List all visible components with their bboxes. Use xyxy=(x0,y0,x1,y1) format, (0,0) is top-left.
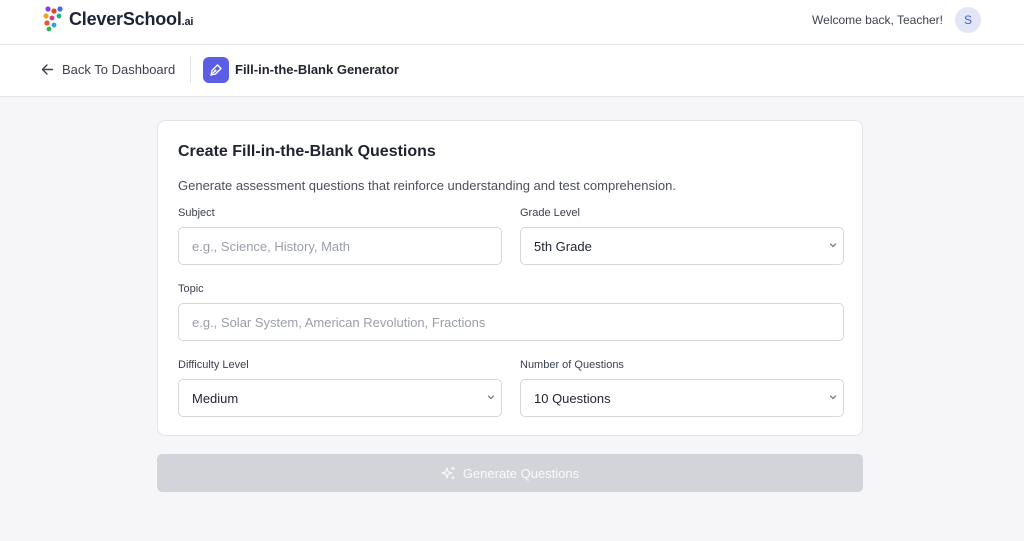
subject-label: Subject xyxy=(178,207,215,219)
back-to-dashboard-link[interactable]: Back To Dashboard xyxy=(41,62,175,77)
logo-dots-icon xyxy=(43,6,63,32)
topic-placeholder: e.g., Solar System, American Revolution,… xyxy=(192,314,486,330)
welcome-message: Welcome back, Teacher! xyxy=(812,13,943,27)
brand-name: CleverSchool.ai xyxy=(69,8,194,29)
grade-level-select[interactable]: 5th Grade xyxy=(520,227,844,265)
grade-level-label: Grade Level xyxy=(520,207,580,219)
subject-placeholder: e.g., Science, History, Math xyxy=(192,238,350,254)
brand-suffix: .ai xyxy=(181,15,194,28)
header-divider xyxy=(190,57,191,83)
page-title: Fill-in-the-Blank Generator xyxy=(235,62,399,77)
topic-input[interactable]: e.g., Solar System, American Revolution,… xyxy=(178,303,844,341)
user-avatar[interactable]: S xyxy=(955,7,981,33)
chevron-down-icon xyxy=(829,243,837,248)
difficulty-value: Medium xyxy=(192,390,239,406)
chevron-down-icon xyxy=(829,395,837,400)
difficulty-label: Difficulty Level xyxy=(178,359,249,371)
topic-label: Topic xyxy=(178,283,204,295)
top-bar: CleverSchool.ai Welcome back, Teacher! S xyxy=(0,0,1024,45)
generate-questions-button[interactable]: Generate Questions xyxy=(157,454,863,492)
pen-tool-icon xyxy=(210,64,222,76)
number-of-questions-value: 10 Questions xyxy=(534,390,611,406)
number-of-questions-select[interactable]: 10 Questions xyxy=(520,379,844,417)
back-label: Back To Dashboard xyxy=(62,62,176,77)
form-description: Generate assessment questions that reinf… xyxy=(178,178,676,193)
number-of-questions-label: Number of Questions xyxy=(520,359,624,371)
chevron-down-icon xyxy=(487,395,495,400)
sparkles-icon xyxy=(441,466,455,479)
subject-input[interactable]: e.g., Science, History, Math xyxy=(178,227,502,265)
tool-badge xyxy=(203,57,229,83)
form-title: Create Fill-in-the-Blank Questions xyxy=(178,143,436,160)
arrow-left-icon xyxy=(41,64,54,75)
logo[interactable]: CleverSchool.ai xyxy=(42,6,193,32)
generate-label: Generate Questions xyxy=(462,465,580,481)
sub-header: Back To Dashboard Fill-in-the-Blank Gene… xyxy=(0,45,1024,97)
grade-level-value: 5th Grade xyxy=(534,238,592,254)
form-card: Create Fill-in-the-Blank Questions Gener… xyxy=(157,120,863,436)
difficulty-select[interactable]: Medium xyxy=(178,379,502,417)
